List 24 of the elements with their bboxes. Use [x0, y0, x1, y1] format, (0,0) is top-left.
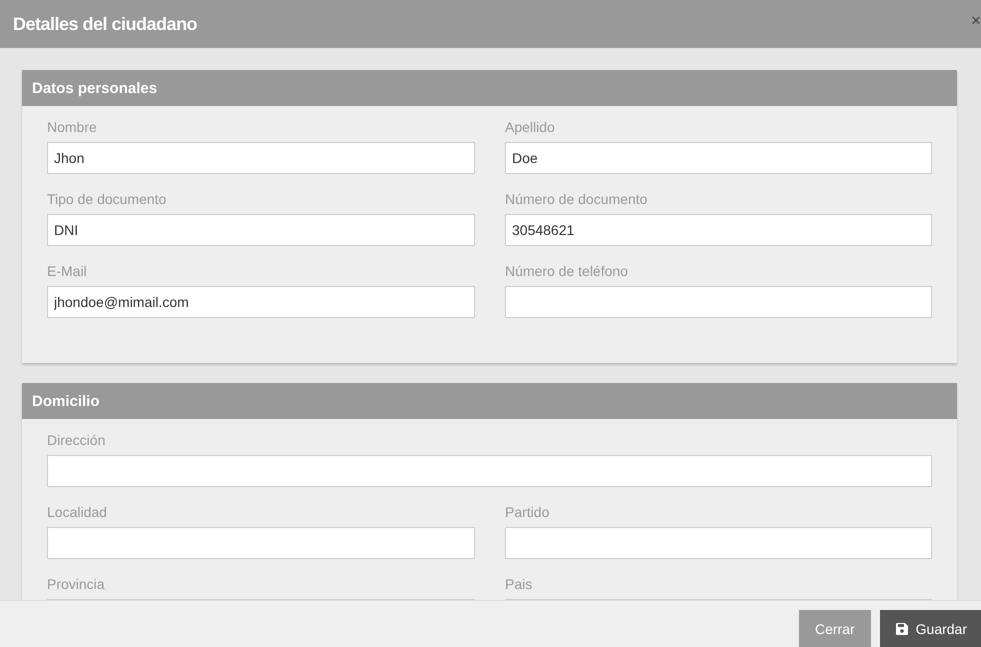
input-field[interactable]: 30548621 — [505, 214, 932, 246]
field-label: Nombre — [47, 118, 98, 136]
section-header: Datos personales — [22, 70, 957, 106]
field-label: Tipo de documento — [47, 190, 168, 208]
save-button[interactable]: Guardar — [880, 610, 981, 647]
section-header: Domicilio — [22, 383, 957, 419]
field-label: Dirección — [47, 431, 106, 449]
field-label: Provincia — [47, 575, 106, 593]
field-label: E-Mail — [47, 262, 88, 280]
input-field[interactable] — [47, 455, 932, 487]
field-label: Partido — [505, 503, 550, 521]
field-label: Pais — [505, 575, 534, 593]
input-field[interactable] — [505, 527, 932, 559]
field-label: Localidad — [47, 503, 108, 521]
input-field[interactable]: jhondoe@mimail.com — [47, 286, 475, 318]
field-label: Número de documento — [505, 190, 648, 208]
input-field[interactable]: Doe — [505, 142, 932, 174]
input-field[interactable] — [505, 286, 932, 318]
field-label: Apellido — [505, 118, 556, 136]
field-label: Número de teléfono — [505, 262, 629, 280]
dialog-title: Detalles del ciudadano — [13, 14, 198, 34]
input-field[interactable] — [47, 527, 475, 559]
input-field[interactable]: DNI — [47, 214, 475, 246]
input-field[interactable]: Jhon — [47, 142, 475, 174]
